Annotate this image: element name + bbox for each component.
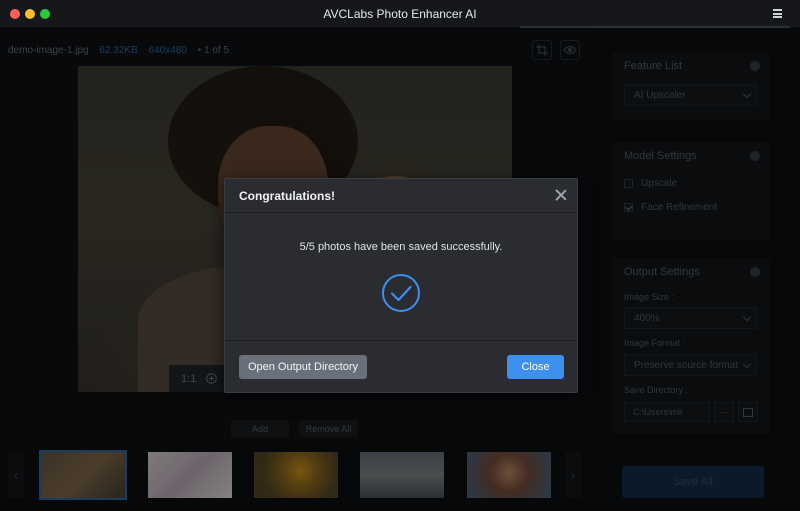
dialog-message: 5/5 photos have been saved successfully. xyxy=(299,241,503,253)
hamburger-menu-icon[interactable] xyxy=(773,9,782,18)
title-bar: AVCLabs Photo Enhancer AI xyxy=(0,0,800,28)
app-title: AVCLabs Photo Enhancer AI xyxy=(323,7,477,21)
success-check-icon xyxy=(382,274,420,312)
success-dialog: Congratulations! 5/5 photos have been sa… xyxy=(224,178,578,393)
close-icon[interactable] xyxy=(555,189,567,201)
dialog-footer-divider xyxy=(225,340,577,341)
dialog-header: Congratulations! xyxy=(225,179,577,213)
dialog-title: Congratulations! xyxy=(239,189,335,203)
app-window: AVCLabs Photo Enhancer AI demo-image-1.j… xyxy=(0,0,800,511)
close-button[interactable]: Close xyxy=(507,355,564,379)
open-output-directory-button[interactable]: Open Output Directory xyxy=(239,355,367,379)
